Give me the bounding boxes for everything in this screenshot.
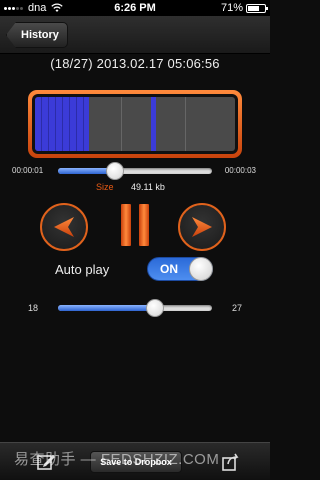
right-arrow-icon xyxy=(192,217,212,237)
bottom-toolbar: Save to Dropbox xyxy=(0,442,270,480)
save-to-dropbox-button[interactable]: Save to Dropbox xyxy=(90,451,182,473)
size-value: 49.11 kb xyxy=(131,182,165,192)
seek-slider-thumb[interactable] xyxy=(105,162,124,180)
seek-slider[interactable] xyxy=(58,162,212,180)
track-slider-thumb[interactable] xyxy=(146,299,165,317)
waveform-display[interactable] xyxy=(28,90,242,158)
waveform-divider xyxy=(185,97,186,151)
slider-max-label: 27 xyxy=(232,303,243,313)
autoplay-toggle[interactable]: ON xyxy=(147,257,213,281)
slider-min-label: 18 xyxy=(28,303,39,313)
previous-button[interactable] xyxy=(40,203,88,251)
battery-percent: 71% xyxy=(220,2,243,14)
size-label: Size xyxy=(96,182,114,192)
total-time: 00:00:03 xyxy=(224,166,256,175)
next-button[interactable] xyxy=(178,203,226,251)
status-bar: dna 6:26 PM 71% xyxy=(0,0,270,16)
history-back-button[interactable]: History xyxy=(6,22,68,48)
pause-icon-bar xyxy=(139,204,149,246)
recording-title: (18/27) 2013.02.17 05:06:56 xyxy=(50,56,220,71)
elapsed-time: 00:00:01 xyxy=(12,166,44,175)
status-right: 71% xyxy=(220,0,268,16)
waveform-played-region xyxy=(35,97,89,151)
autoplay-toggle-knob xyxy=(189,257,213,281)
waveform-divider xyxy=(121,97,122,151)
left-arrow-icon xyxy=(54,217,74,237)
pause-icon xyxy=(121,204,131,246)
share-icon[interactable] xyxy=(220,452,240,472)
autoplay-toggle-state: ON xyxy=(160,262,178,276)
waveform-track xyxy=(35,97,235,151)
pause-button[interactable] xyxy=(119,204,151,246)
edit-icon[interactable] xyxy=(36,452,56,472)
track-slider-fill xyxy=(58,305,156,311)
waveform-playhead-marker xyxy=(151,97,156,151)
navigation-bar: History xyxy=(0,16,270,54)
battery-icon xyxy=(246,3,268,13)
autoplay-label: Auto play xyxy=(55,262,110,277)
track-slider[interactable] xyxy=(58,299,212,317)
waveform-inner xyxy=(32,94,238,154)
